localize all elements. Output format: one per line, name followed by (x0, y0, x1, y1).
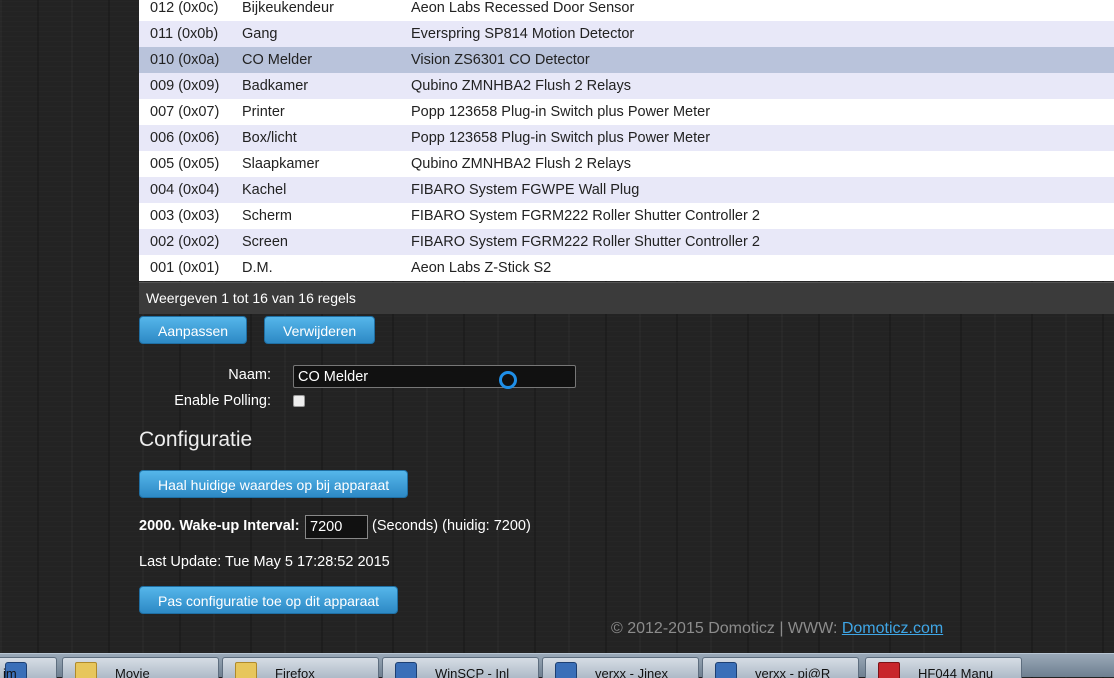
table-row[interactable]: 011 (0x0b) Gang Everspring SP814 Motion De… (139, 21, 1114, 47)
table-row[interactable]: 004 (0x04) Kachel FIBARO System FGWPE Wall… (139, 177, 1114, 203)
taskbar: im Movie Firefox WinSCP - Inl verxx - Ji… (0, 653, 1114, 678)
table-row[interactable]: 005 (0x05) Slaapkamer Qubino ZMNHBA2 Flush… (139, 151, 1114, 177)
fetch-config-button[interactable]: Haal huidige waardes op bij apparaat (139, 470, 409, 498)
name-label: Naam: (228, 367, 271, 383)
name-input[interactable] (293, 365, 576, 388)
device-table: 012 (0x0c) Bijkeukendeur Aeon Labs Recesse… (139, 0, 1114, 281)
winscp-icon (715, 662, 737, 678)
table-row[interactable]: 002 (0x02) Screen FIBARO System FGRM222 Ro… (139, 229, 1114, 255)
taskbar-item[interactable]: Firefox (222, 657, 379, 678)
busy-cursor-icon (499, 371, 517, 389)
edit-button[interactable]: Aanpassen (139, 316, 248, 344)
table-row[interactable]: 003 (0x03) Scherm FIBARO System FGRM222 Ro… (139, 203, 1114, 229)
apply-config-button[interactable]: Pas configuratie toe op dit apparaat (139, 586, 399, 614)
enable-polling-checkbox[interactable] (293, 395, 305, 407)
enable-polling-label: Enable Polling: (174, 393, 271, 409)
table-row[interactable]: 009 (0x09) Badkamer Qubino ZMNHBA2 Flush 2… (139, 73, 1114, 99)
folder-icon (235, 662, 257, 678)
last-update-text: Last Update: Tue May 5 17:28:52 2015 (139, 554, 390, 570)
table-row[interactable]: 007 (0x07) Printer Popp 123658 Plug-in Swi… (139, 99, 1114, 125)
taskbar-item[interactable]: verxx - Jinex (542, 657, 699, 678)
table-row[interactable]: 006 (0x06) Box/licht Popp 123658 Plug-in S… (139, 125, 1114, 151)
domoticz-link[interactable]: Domoticz.com (842, 620, 943, 637)
winscp-icon (555, 662, 577, 678)
winscp-icon (395, 662, 417, 678)
folder-icon (75, 662, 97, 678)
section-title: Configuratie (139, 428, 253, 451)
table-info: Weergeven 1 tot 16 van 16 regels (139, 282, 1114, 314)
pdf-icon (878, 662, 900, 678)
wake-up-interval-unit: (Seconds) (huidig: 7200) (372, 518, 531, 534)
taskbar-item[interactable]: verxx - pi@R (702, 657, 859, 678)
footer: © 2012-2015 Domoticz | WWW: Domoticz.com (611, 620, 943, 638)
taskbar-item[interactable]: Movie (62, 657, 219, 678)
wake-up-interval-label: 2000. Wake-up Interval: (139, 518, 300, 534)
table-row[interactable]: 001 (0x01) D.M. Aeon Labs Z-Stick S2 (139, 255, 1114, 281)
taskbar-item[interactable]: im (0, 657, 57, 678)
table-row[interactable]: 012 (0x0c) Bijkeukendeur Aeon Labs Recesse… (139, 0, 1114, 21)
table-row-selected[interactable]: 010 (0x0a) CO Melder Vision ZS6301 CO Dete… (139, 47, 1114, 73)
taskbar-item[interactable]: WinSCP - Inl (382, 657, 539, 678)
delete-button[interactable]: Verwijderen (264, 316, 376, 344)
taskbar-item[interactable]: HF044 Manu (865, 657, 1022, 678)
footer-copyright: © 2012-2015 Domoticz | WWW: (611, 620, 842, 637)
wake-up-interval-input[interactable] (305, 515, 368, 539)
